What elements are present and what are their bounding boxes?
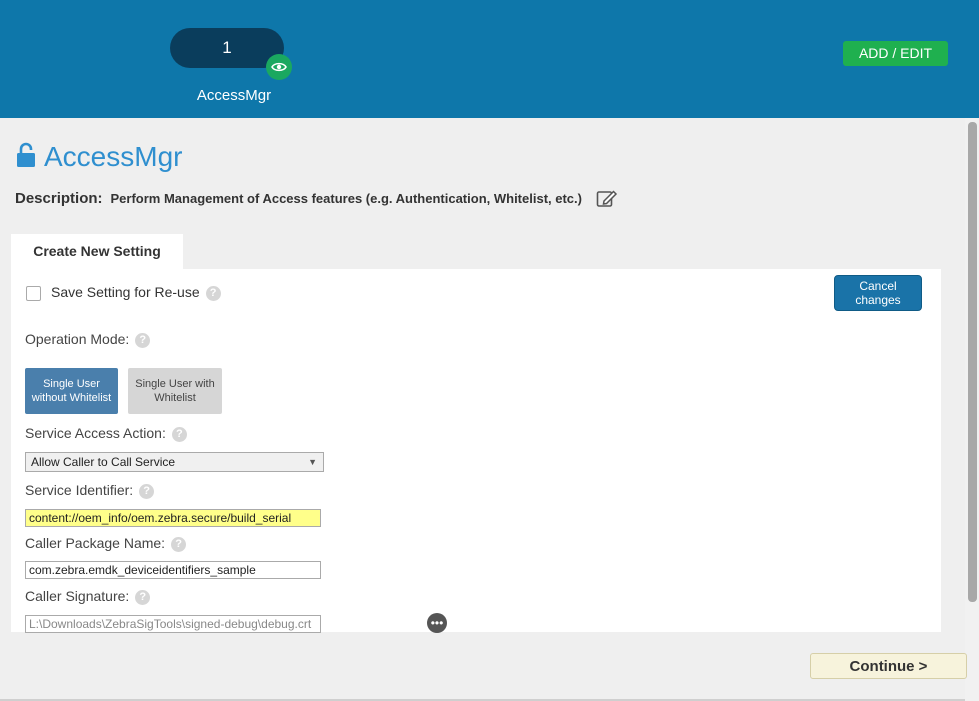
eye-icon[interactable] [266, 54, 292, 80]
service-access-action-select[interactable]: Allow Caller to Call Service ▼ [25, 452, 324, 472]
description-text: Perform Management of Access features (e… [110, 190, 582, 206]
continue-button[interactable]: Continue > [810, 653, 967, 679]
caller-signature-input[interactable] [25, 615, 321, 633]
help-icon[interactable]: ? [205, 285, 221, 301]
caller-signature-label-text: Caller Signature: [25, 588, 130, 604]
help-icon[interactable]: ? [171, 536, 187, 552]
add-edit-button[interactable]: ADD / EDIT [843, 41, 948, 66]
chevron-down-icon: ▼ [308, 457, 317, 467]
description-label: Description: [15, 189, 103, 207]
settings-panel: Save Setting for Re-use? Cancel changes … [11, 269, 941, 633]
service-identifier-label: Service Identifier:? [25, 482, 155, 499]
cancel-changes-button[interactable]: Cancel changes [834, 275, 922, 311]
mode-single-user-with-whitelist[interactable]: Single User with Whitelist [128, 368, 222, 414]
service-identifier-input[interactable] [25, 509, 321, 527]
help-icon[interactable]: ? [135, 332, 151, 348]
operation-mode-label-text: Operation Mode: [25, 331, 130, 347]
caller-package-label-text: Caller Package Name: [25, 535, 166, 551]
caller-package-input[interactable] [25, 561, 321, 579]
service-access-action-label-text: Service Access Action: [25, 425, 166, 441]
ellipsis-icon[interactable]: ••• [427, 613, 447, 633]
caller-signature-label: Caller Signature:? [25, 588, 151, 605]
page-header: AccessMgr [16, 140, 182, 174]
reuse-label: Save Setting for Re-use? [51, 284, 221, 301]
description-row: Description: Perform Management of Acces… [15, 186, 618, 210]
mode-single-user-without-whitelist[interactable]: Single User without Whitelist [25, 368, 118, 414]
tab-create-new-setting[interactable]: Create New Setting [11, 234, 183, 270]
caller-package-label: Caller Package Name:? [25, 535, 187, 552]
scrollbar[interactable] [965, 118, 979, 701]
operation-mode-label: Operation Mode:? [25, 331, 151, 348]
help-icon[interactable]: ? [171, 426, 187, 442]
service-identifier-label-text: Service Identifier: [25, 482, 134, 498]
service-access-action-label: Service Access Action:? [25, 425, 187, 442]
edit-icon[interactable] [596, 188, 618, 208]
step-label: AccessMgr [196, 87, 272, 104]
service-access-action-value: Allow Caller to Call Service [31, 455, 176, 469]
wizard-header: 1 AccessMgr ADD / EDIT [0, 0, 979, 118]
help-icon[interactable]: ? [135, 589, 151, 605]
scrollbar-thumb[interactable] [968, 122, 977, 602]
reuse-checkbox[interactable] [26, 286, 41, 301]
unlock-icon [16, 142, 36, 173]
page-title: AccessMgr [44, 141, 183, 172]
help-icon[interactable]: ? [139, 483, 155, 499]
reuse-label-text: Save Setting for Re-use [51, 284, 200, 300]
